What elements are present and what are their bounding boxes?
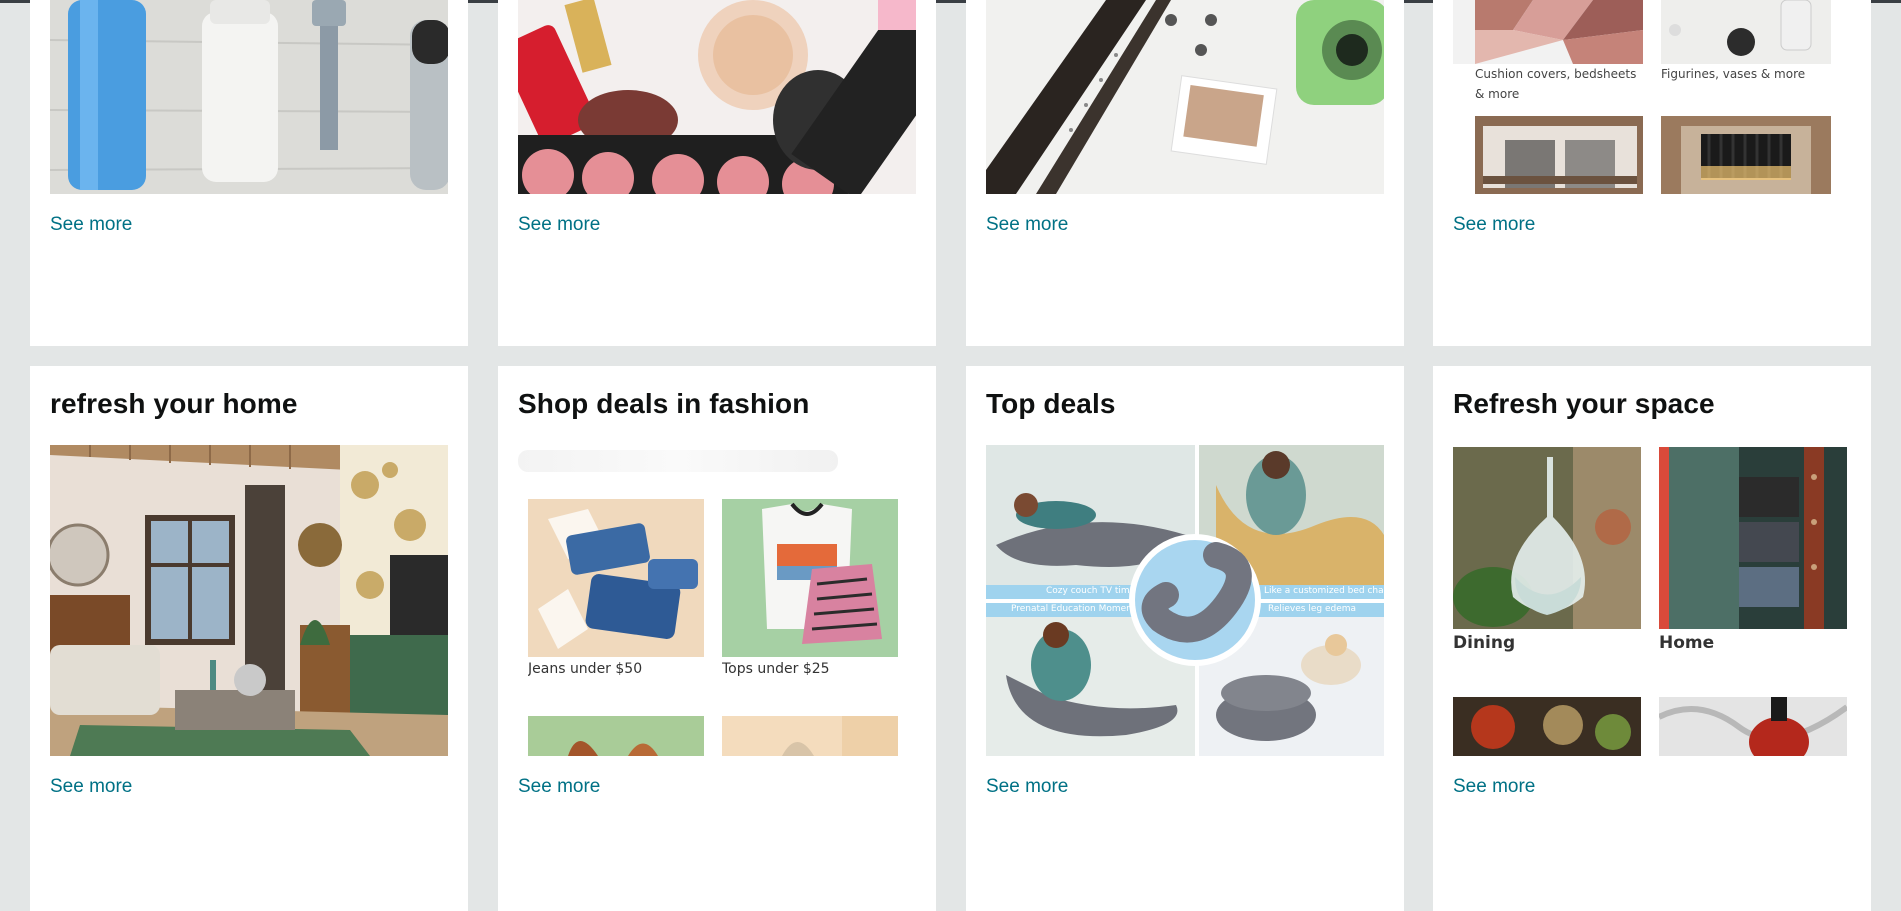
card-refresh-your-space: Refresh your space Dining Home See more [1433, 366, 1871, 911]
see-more-link[interactable]: See more [518, 214, 600, 236]
tile-label: Home [1659, 633, 1715, 653]
see-more-link[interactable]: See more [50, 776, 132, 798]
tile-label: Figurines, vases & more [1661, 67, 1806, 81]
tile-label: Dining [1453, 633, 1516, 653]
guitar-camera-image[interactable] [986, 0, 1384, 194]
tile-jeans[interactable]: Jeans under $50 [528, 499, 704, 679]
image-caption: Relieves leg edema [1268, 604, 1357, 614]
card-top-deals: Top deals Cozy couch TV time Like a cust… [966, 366, 1404, 911]
card-title: Top deals [986, 388, 1116, 419]
card-title: refresh your home [50, 388, 298, 419]
see-more-link[interactable]: See more [518, 776, 600, 798]
image-caption: Prenatal Education Moment [1011, 604, 1136, 614]
personal-care-image[interactable] [50, 0, 448, 194]
tile-dining[interactable]: Dining [1453, 447, 1641, 659]
makeup-image[interactable] [518, 0, 916, 194]
tile-accessories[interactable] [722, 716, 898, 756]
see-more-link[interactable]: See more [986, 776, 1068, 798]
card-hobbies: See more [966, 0, 1404, 346]
see-more-link[interactable]: See more [50, 214, 132, 236]
card-refresh-your-home: refresh your home See more [30, 366, 468, 911]
image-caption: Cozy couch TV time [1046, 586, 1136, 596]
card-home-decor: Cushion covers, bedsheets & more Figurin… [1433, 0, 1871, 346]
pregnancy-pillow-image[interactable]: Cozy couch TV time Like a customized bed… [986, 445, 1384, 756]
faded-banner [518, 450, 838, 472]
see-more-link[interactable]: See more [1453, 776, 1535, 798]
card-title: Shop deals in fashion [518, 388, 810, 419]
tile-tops[interactable]: Tops under $25 [722, 499, 898, 679]
card-fashion-deals: Shop deals in fashion Jeans under $50 To… [498, 366, 936, 911]
living-room-image[interactable] [50, 445, 448, 756]
see-more-link[interactable]: See more [986, 214, 1068, 236]
see-more-link[interactable]: See more [1453, 214, 1535, 236]
tile-home[interactable]: Home [1659, 447, 1849, 659]
card-personal-care: See more [30, 0, 468, 346]
tile-cushion-covers[interactable]: Cushion covers, bedsheets & more [1453, 0, 1643, 194]
tile-label: Cushion covers, bedsheets & more [1475, 67, 1637, 101]
tile-decor[interactable] [1659, 697, 1849, 756]
tile-kitchen[interactable] [1453, 697, 1641, 756]
tile-bags[interactable] [528, 716, 704, 756]
image-caption: Like a customized bed chair [1264, 586, 1384, 596]
tile-figurines[interactable]: Figurines, vases & more [1661, 0, 1851, 194]
tile-label: Tops under $25 [722, 661, 830, 677]
card-makeup: See more [498, 0, 936, 346]
card-title: Refresh your space [1453, 388, 1715, 419]
tile-label: Jeans under $50 [528, 661, 643, 677]
